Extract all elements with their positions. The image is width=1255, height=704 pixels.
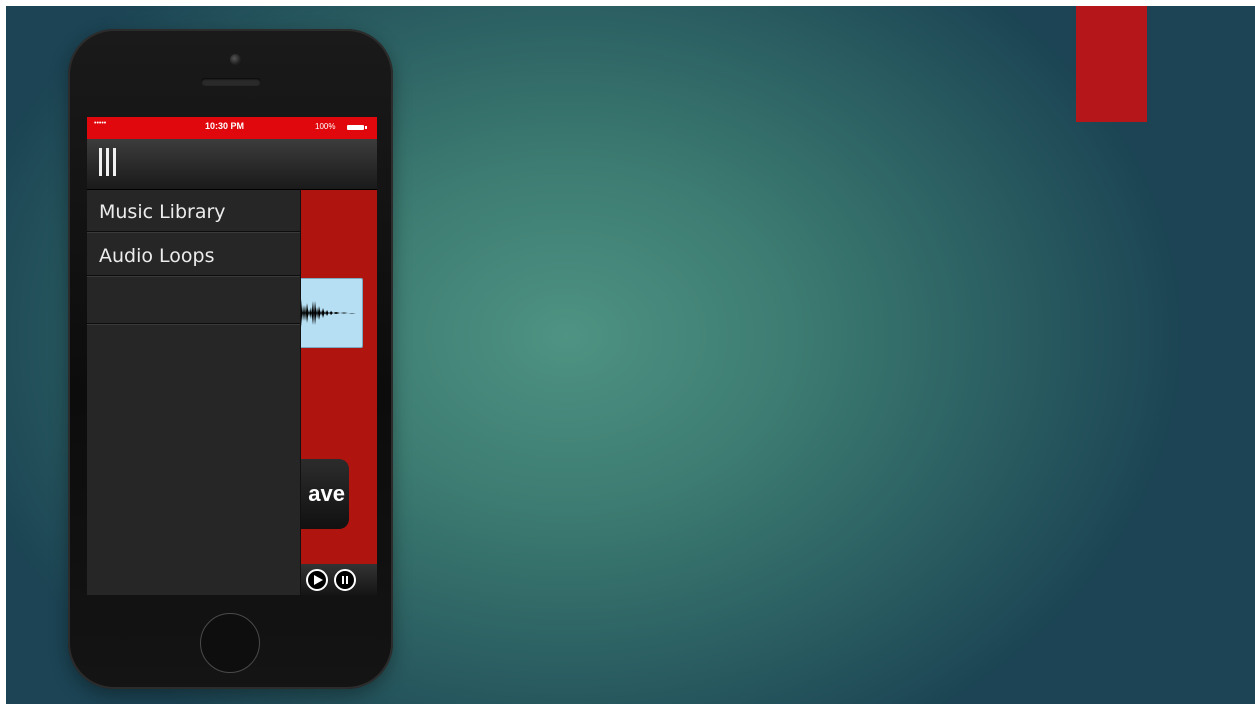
waveform-graphic <box>298 299 362 327</box>
side-drawer-menu: Music Library Audio Loops <box>87 190 301 595</box>
front-camera <box>230 54 241 65</box>
hamburger-menu-icon[interactable] <box>99 148 119 178</box>
signal-strength-icon: ••••• <box>94 120 107 127</box>
pause-icon[interactable] <box>334 569 356 591</box>
red-accent-bar <box>1076 6 1147 122</box>
phone-mockup: ••••• 10:30 PM 100% ave Music Library Au… <box>68 29 393 689</box>
playback-controls <box>297 564 377 595</box>
battery-full-icon <box>347 125 367 130</box>
audio-waveform-icon[interactable] <box>297 278 363 348</box>
status-bar: ••••• 10:30 PM 100% <box>87 117 377 139</box>
play-icon[interactable] <box>306 569 328 591</box>
phone-screen: ••••• 10:30 PM 100% ave Music Library Au… <box>87 117 377 595</box>
status-time: 10:30 PM <box>205 121 245 131</box>
home-button[interactable] <box>200 613 260 673</box>
drawer-item-music-library[interactable]: Music Library <box>87 190 300 232</box>
battery-percentage: 100% <box>315 122 336 131</box>
earpiece-speaker <box>201 78 261 86</box>
drawer-item-empty[interactable] <box>87 278 300 324</box>
drawer-item-audio-loops[interactable]: Audio Loops <box>87 234 300 276</box>
app-nav-bar <box>87 139 377 190</box>
presentation-slide: ••••• 10:30 PM 100% ave Music Library Au… <box>6 6 1255 704</box>
